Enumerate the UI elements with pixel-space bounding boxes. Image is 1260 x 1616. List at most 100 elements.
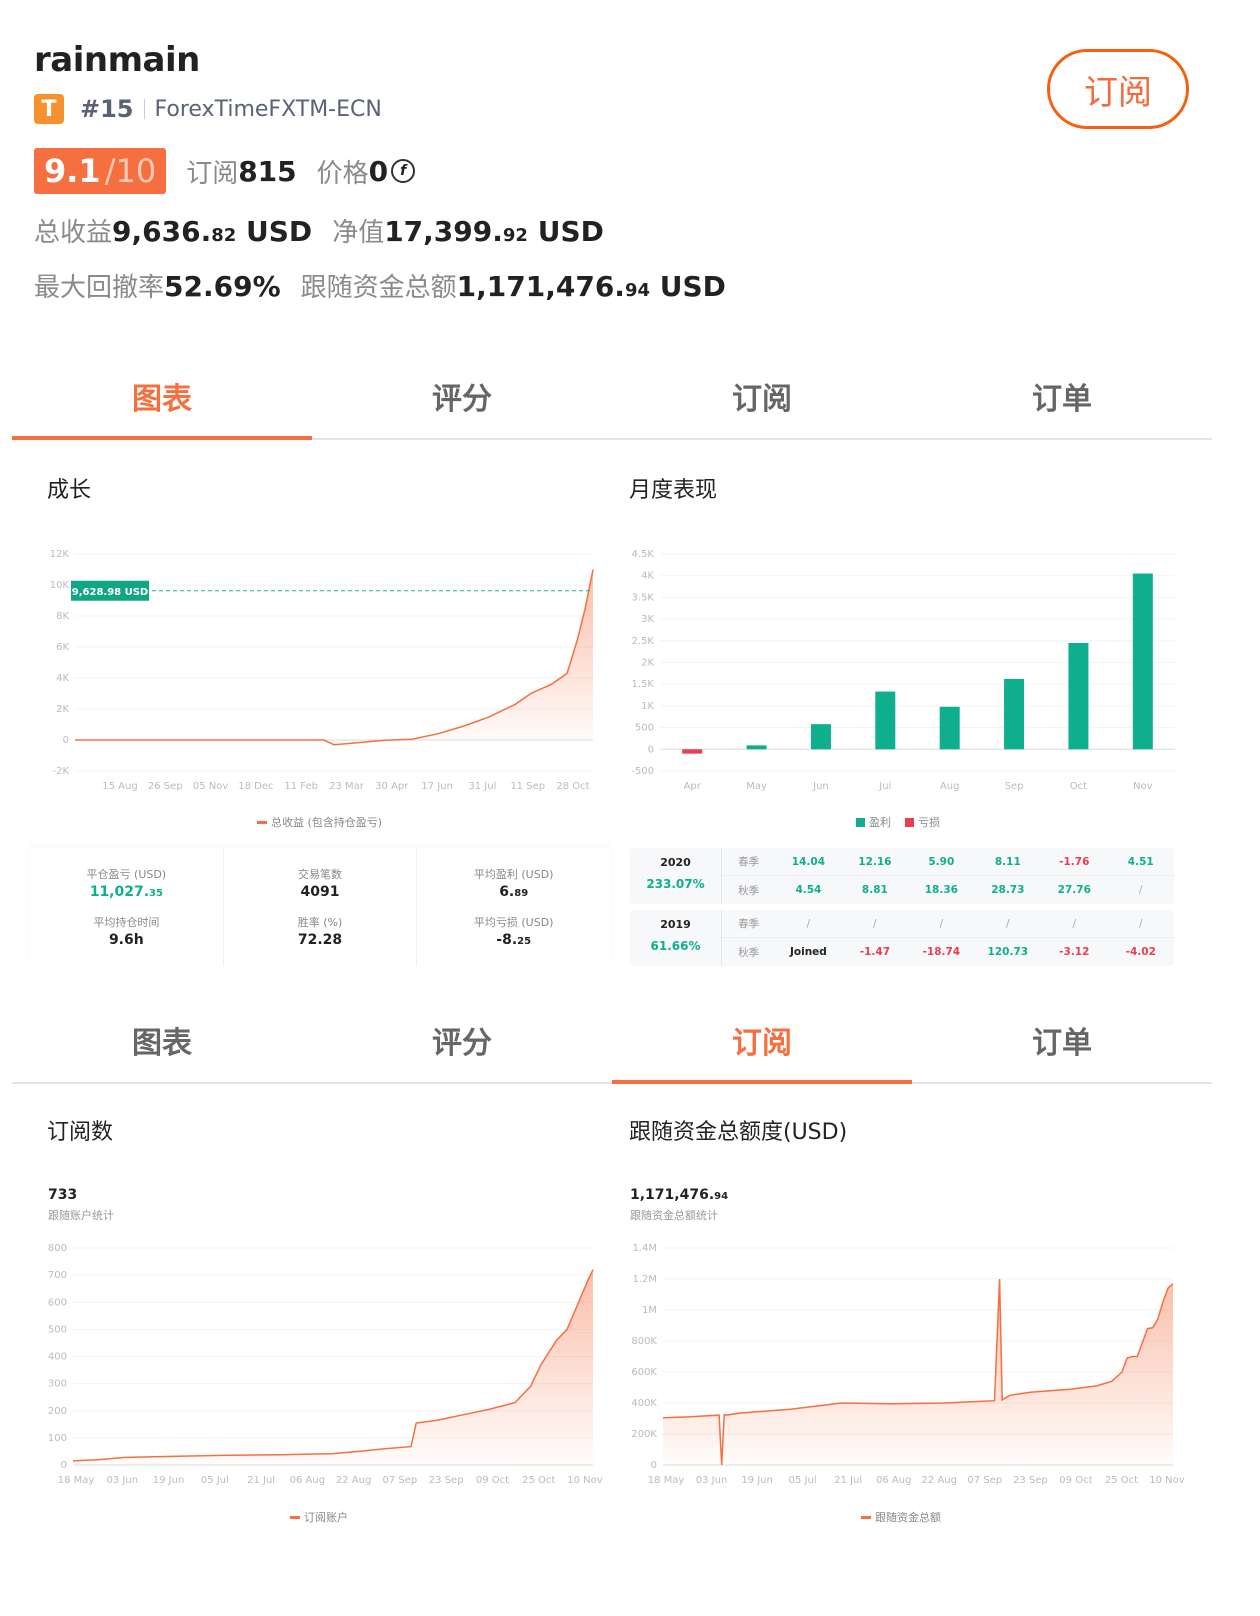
y-tick-label: 2.5K <box>632 636 655 647</box>
monthly-return-cell: -3.12 <box>1059 946 1090 958</box>
follow-funds-label: 跟随资金总额 <box>300 273 457 303</box>
y-tick-label: 700 <box>48 1270 67 1281</box>
total-profit-value: 9,636.82 USD <box>112 215 312 248</box>
monthly-return-cell: 120.73 <box>987 946 1029 958</box>
bar-sep <box>1004 678 1025 750</box>
year-label: 2020 <box>660 856 691 869</box>
summary-int: 6. <box>499 884 515 900</box>
y-tick-label: 1.4M <box>632 1243 657 1254</box>
y-tick-label: 500 <box>635 723 654 734</box>
max-drawdown-value: 52.69% <box>164 270 281 303</box>
x-tick-label: 28 Oct <box>556 781 589 792</box>
subscribe-button[interactable]: 订阅 <box>1047 49 1189 129</box>
y-tick-label: 10K <box>50 580 70 591</box>
legend-line-icon <box>257 820 267 824</box>
x-tick-label: 03 Jun <box>107 1475 139 1486</box>
y-tick-label: 600K <box>631 1367 657 1378</box>
x-tick-label: 23 Sep <box>429 1475 464 1486</box>
tab-charts[interactable]: 图表 <box>12 1000 312 1082</box>
tabs-top: 图表 评分 订阅 订单 <box>12 356 1212 440</box>
x-tick-label: 05 Jul <box>789 1475 817 1486</box>
equity-label: 净值 <box>332 218 385 248</box>
divider <box>143 99 145 119</box>
subscribers-label: 订阅 <box>186 158 239 189</box>
y-tick-label: 4K <box>56 673 69 684</box>
y-tick-label: 3K <box>641 614 654 625</box>
y-tick-label: 300 <box>48 1379 67 1390</box>
monthly-return-cell: / <box>806 917 811 930</box>
equity-int: 17,399. <box>384 215 503 248</box>
y-tick-label: 0 <box>63 735 69 746</box>
x-tick-label: 07 Sep <box>967 1475 1002 1486</box>
x-tick-label: Aug <box>940 781 960 792</box>
monthly-return-cell: 12.16 <box>858 855 892 868</box>
price-value: 0 <box>368 154 389 188</box>
follow-funds-dec: 94 <box>624 280 651 301</box>
x-tick-label: 21 Jul <box>834 1475 862 1486</box>
bar-jun <box>810 724 831 750</box>
legend-label: 总收益 (包含持仓盈亏) <box>271 816 383 829</box>
x-tick-label: 03 Jun <box>696 1475 728 1486</box>
monthly-return-cell: / <box>1138 917 1143 930</box>
summary-value: 9.6h <box>108 932 144 948</box>
follow-funds-total: 1,171,476.94 <box>630 1187 728 1203</box>
tab-orders[interactable]: 订单 <box>912 356 1212 438</box>
monthly-return-cell: -1.76 <box>1059 855 1090 868</box>
season-label: 春季 <box>738 856 760 868</box>
legend-label: 跟随资金总额 <box>875 1511 941 1524</box>
x-tick-label: 09 Oct <box>476 1475 509 1486</box>
y-tick-label: 3.5K <box>632 592 655 603</box>
bar-oct <box>1068 642 1089 750</box>
summary-dec: 25 <box>517 936 532 947</box>
currency-unit: USD <box>246 215 313 248</box>
x-tick-label: 05 Jul <box>201 1475 229 1486</box>
subscribers-count: 815 <box>238 154 297 188</box>
tab-charts[interactable]: 图表 <box>12 356 312 440</box>
year-cell: 2019 61.66% <box>630 910 722 966</box>
summary-value: 11,027.35 <box>30 884 223 900</box>
season-row: 秋季 4.54 8.81 18.36 28.73 27.76 / <box>722 876 1174 904</box>
tab-rating[interactable]: 评分 <box>312 1000 612 1082</box>
x-tick-label: 25 Oct <box>522 1475 555 1486</box>
profit-square-icon <box>856 817 865 827</box>
summary-label: 交易笔数 <box>298 868 342 881</box>
monthly-chart: 4.5K 4K 3.5K 3K 2.5K 2K 1.5K 1K 500 0 -500 Apr May Ju… <box>631 549 1175 792</box>
x-tick-label: Nov <box>1133 781 1153 792</box>
bar-jul <box>875 691 896 750</box>
series-area <box>75 569 593 745</box>
x-tick-label: 05 Nov <box>193 781 229 792</box>
monthly-return-cell: -1.47 <box>859 946 890 958</box>
tab-orders[interactable]: 订单 <box>912 1000 1212 1082</box>
monthly-return-cell: 4.54 <box>795 884 822 896</box>
funds-dec: 94 <box>714 1191 729 1202</box>
legend-line-icon <box>861 1515 871 1519</box>
year-return: 233.07% <box>646 877 705 891</box>
y-tick-label: 2K <box>641 658 654 669</box>
y-tick-label: 400K <box>631 1398 657 1409</box>
monthly-legend: 盈利 亏损 <box>856 814 940 830</box>
currency-unit: USD <box>659 270 726 303</box>
tabs-bottom: 图表 评分 订阅 订单 <box>12 1000 1212 1084</box>
summary-int: 11,027. <box>89 884 150 900</box>
x-tick-label: 07 Sep <box>383 1475 418 1486</box>
yearly-returns-table: 2020 233.07% 春季 14.04 12.16 5.90 8.11 -1.76 4.5… <box>630 848 1174 972</box>
subscriptions-sublabel: 跟随账户统计 <box>48 1209 114 1222</box>
monthly-return-cell: 8.11 <box>994 855 1021 868</box>
follow-funds-title: 跟随资金总额度(USD) <box>629 1120 848 1145</box>
season-label: 春季 <box>738 918 760 930</box>
x-tick-label: 22 Aug <box>336 1475 371 1486</box>
x-tick-label: 19 Jun <box>153 1475 185 1486</box>
tab-subscribe[interactable]: 订阅 <box>612 1000 912 1084</box>
score-badge: 9.1 /10 <box>34 148 167 194</box>
x-tick-label: 25 Oct <box>1105 1475 1138 1486</box>
score-max: /10 <box>104 152 157 190</box>
monthly-return-cell: / <box>1138 884 1143 896</box>
monthly-return-cell: 5.90 <box>928 855 955 868</box>
x-tick-label: 26 Sep <box>148 781 183 792</box>
tab-rating[interactable]: 评分 <box>312 356 612 438</box>
year-block: 2020 233.07% 春季 14.04 12.16 5.90 8.11 -1.76 4.5… <box>630 848 1174 904</box>
growth-legend: 总收益 (包含持仓盈亏) <box>257 814 382 830</box>
x-tick-label: Jun <box>812 781 829 792</box>
price-label: 价格 <box>316 158 369 189</box>
tab-subscribe[interactable]: 订阅 <box>612 356 912 438</box>
